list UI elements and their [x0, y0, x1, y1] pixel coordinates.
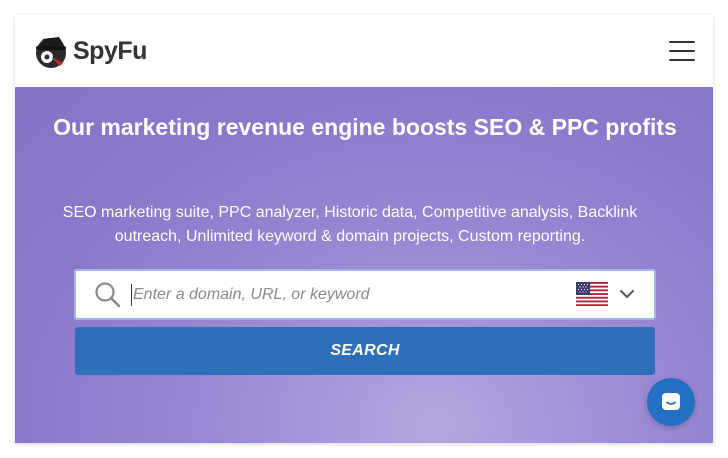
page-card: SpyFu Our marketing revenue engine boost…	[15, 15, 713, 443]
hero-section: Our marketing revenue engine boosts SEO …	[15, 87, 713, 443]
logo-text: SpyFu	[73, 36, 147, 65]
search-button[interactable]: SEARCH	[75, 327, 655, 375]
hamburger-menu-icon[interactable]	[669, 41, 695, 61]
menu-line	[669, 41, 695, 43]
search-box	[74, 269, 656, 320]
chat-icon	[662, 393, 680, 410]
hero-subline: SEO marketing suite, PPC analyzer, Histo…	[62, 204, 638, 245]
search-icon	[95, 282, 121, 308]
menu-line	[669, 59, 695, 61]
us-flag-icon[interactable]	[576, 282, 608, 306]
chevron-down-icon[interactable]	[619, 288, 635, 300]
hero-headline: Our marketing revenue engine boosts SEO …	[53, 114, 677, 140]
text-caret	[131, 284, 132, 306]
menu-line	[669, 50, 695, 52]
spy-hat-logo-icon	[36, 37, 66, 68]
top-navigation-bar: SpyFu	[15, 15, 713, 87]
spyfu-logo[interactable]: SpyFu	[33, 32, 147, 70]
chat-button[interactable]	[647, 378, 695, 426]
search-input[interactable]	[133, 279, 553, 311]
